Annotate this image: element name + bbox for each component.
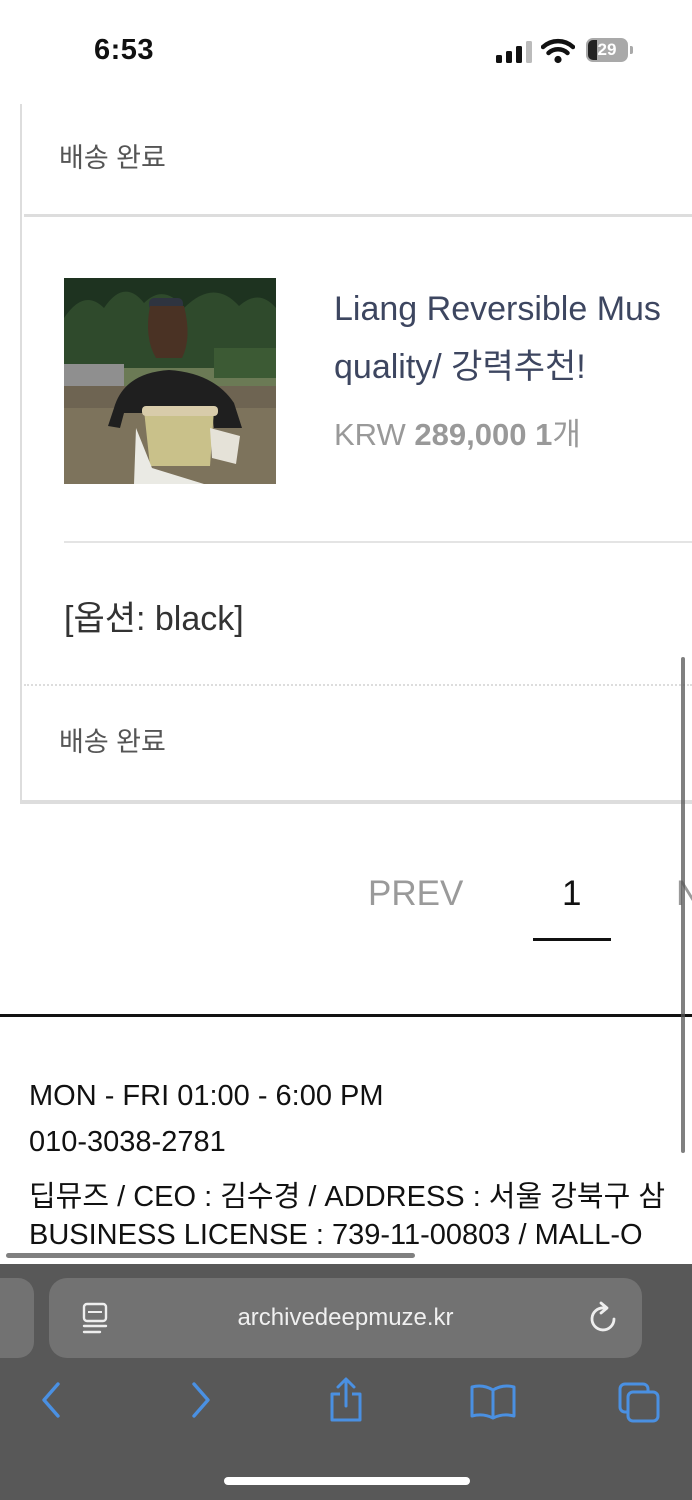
signal-icon [496, 41, 532, 63]
footer-hours: MON - FRI 01:00 - 6:00 PM [29, 1080, 384, 1112]
prev-button[interactable]: PREV [368, 874, 463, 914]
share-icon[interactable] [326, 1376, 366, 1424]
price-currency: KRW [334, 417, 406, 452]
divider [24, 214, 692, 217]
status-time: 6:53 [94, 34, 155, 66]
battery-level: 29 [597, 40, 617, 59]
divider [64, 541, 692, 543]
dotted-divider [24, 684, 692, 686]
horizontal-scrollbar[interactable] [6, 1253, 415, 1258]
browser-toolbar: archivedeepmuze.kr [0, 1264, 692, 1500]
url-text[interactable]: archivedeepmuze.kr [49, 1304, 642, 1332]
battery-icon: 29 [586, 38, 633, 63]
footer-divider [0, 1014, 692, 1017]
back-icon[interactable] [38, 1380, 64, 1420]
footer-license: BUSINESS LICENSE : 739-11-00803 / MALL-O [29, 1219, 643, 1251]
footer-company: 딥뮤즈 / CEO : 김수경 / ADDRESS : 서울 강북구 삼 [29, 1181, 666, 1213]
product-price: KRW 289,000 1개 [334, 409, 581, 454]
page-1-link[interactable]: 1 [562, 874, 581, 914]
previous-tab-preview[interactable] [0, 1278, 34, 1358]
product-title[interactable]: Liang Reversible Mus quality/ 강력추천! [334, 280, 692, 396]
tabs-icon[interactable] [616, 1380, 662, 1424]
product-option: [옵션: black] [64, 600, 244, 638]
address-bar[interactable]: archivedeepmuze.kr [49, 1278, 642, 1358]
quantity-unit: 개 [552, 417, 581, 452]
delivery-status-bottom: 배송 완료 [59, 727, 166, 757]
footer-phone[interactable]: 010-3038-2781 [29, 1126, 226, 1159]
product-title-line1[interactable]: Liang Reversible Mus [334, 280, 692, 338]
page-content[interactable]: 배송 완료 Liang Reversible Mus quality/ 강력추천… [0, 104, 692, 1264]
reload-icon[interactable] [589, 1300, 619, 1334]
vertical-scrollbar[interactable] [681, 657, 685, 1153]
home-indicator[interactable] [224, 1477, 470, 1485]
product-title-line2[interactable]: quality/ 강력추천! [334, 338, 692, 396]
forward-icon[interactable] [188, 1380, 214, 1420]
bookmarks-icon[interactable] [469, 1382, 517, 1422]
price-value: 289,000 [414, 417, 527, 452]
quantity-value: 1 [535, 417, 553, 452]
wifi-icon [541, 38, 575, 64]
current-page-indicator [533, 938, 611, 941]
delivery-status-top: 배송 완료 [59, 143, 166, 173]
status-bar: 6:53 29 [0, 0, 692, 104]
product-thumbnail[interactable] [64, 278, 276, 484]
